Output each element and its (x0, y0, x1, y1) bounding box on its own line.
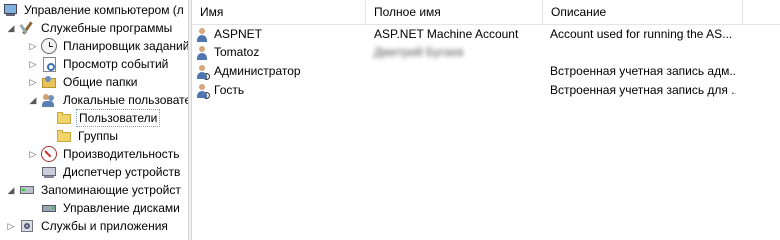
user-full-name: ASP.NET Machine Account (374, 27, 519, 41)
collapse-arrow-icon[interactable]: ◢ (6, 181, 16, 199)
user-disabled-icon: ↓ (196, 64, 210, 80)
expand-arrow-icon[interactable]: ▷ (6, 217, 16, 235)
computer-management-icon (2, 2, 18, 18)
tree-item-label: Группы (78, 129, 118, 143)
tree-item-groups[interactable]: Группы (56, 127, 120, 145)
tree-item-label: Просмотр событий (63, 57, 169, 71)
tree-item-disk-management[interactable]: Управление дисками (41, 199, 182, 217)
storage-icon (19, 182, 35, 198)
tree-item-computer-management[interactable]: Управление компьютером (л (2, 1, 186, 19)
expand-arrow-icon[interactable]: ▷ (28, 37, 38, 55)
tree-item-label: Пользователи (76, 109, 161, 127)
tree-item-local-users[interactable]: ◢ Локальные пользовате (28, 91, 188, 109)
tree-item-label: Запоминающие устройст (41, 183, 181, 197)
expand-arrow-icon[interactable]: ▷ (28, 55, 38, 73)
table-row[interactable]: Tomatoz Дмитрий Бугаев (192, 43, 780, 62)
user-description (550, 43, 736, 62)
table-row[interactable]: ↓ Гость Встроенная учетная запись для ..… (192, 81, 780, 100)
tree-item-performance[interactable]: ▷ Производительность (28, 145, 181, 163)
performance-icon (41, 146, 57, 162)
user-full-name (374, 81, 544, 100)
user-icon (196, 45, 210, 61)
column-header-label: Полное имя (374, 5, 441, 19)
user-full-name (374, 62, 544, 81)
user-name: Администратор (214, 64, 301, 78)
table-row[interactable]: ASPNET ASP.NET Machine Account Account u… (192, 25, 780, 44)
user-name: Tomatoz (214, 45, 260, 59)
tree-item-label: Планировщик заданий (63, 39, 188, 53)
event-log-icon (41, 56, 57, 72)
console-tree[interactable]: Управление компьютером (л ◢ Служебные пр… (0, 0, 188, 240)
users-group-icon (41, 92, 57, 108)
column-header-label: Описание (551, 5, 607, 19)
tree-item-services[interactable]: ▷ Службы и приложения (6, 217, 170, 235)
table-row[interactable]: ↓ Администратор Встроенная учетная запис… (192, 62, 780, 81)
column-header-description[interactable]: Описание (543, 0, 743, 24)
device-manager-icon (41, 164, 57, 180)
tree-item-label: Локальные пользовате (63, 93, 188, 107)
services-icon (19, 218, 35, 234)
tree-item-label: Службы и приложения (41, 219, 168, 233)
user-description: Встроенная учетная запись для ... (550, 83, 736, 97)
tree-item-label: Диспетчер устройств (63, 165, 181, 179)
folder-icon (56, 110, 72, 126)
tree-item-label: Управление дисками (63, 201, 180, 215)
user-full-name: Дмитрий Бугаев (374, 45, 464, 59)
tree-item-event-viewer[interactable]: ▷ Просмотр событий (28, 55, 170, 73)
tree-item-task-scheduler[interactable]: ▷ Планировщик заданий (28, 37, 188, 55)
user-disabled-icon: ↓ (196, 83, 210, 99)
tree-item-storage[interactable]: ◢ Запоминающие устройст (6, 181, 183, 199)
folder-icon (56, 128, 72, 144)
tree-item-system-tools[interactable]: ◢ Служебные программы (6, 19, 174, 37)
expand-arrow-icon[interactable]: ▷ (28, 145, 38, 163)
user-name: Гость (214, 83, 245, 97)
clock-icon (41, 38, 57, 54)
tools-icon (19, 20, 35, 36)
tree-item-label: Управление компьютером (л (24, 3, 184, 17)
tree-item-shared-folders[interactable]: ▷ Общие папки (28, 73, 139, 91)
disk-icon (41, 200, 57, 216)
user-description: Встроенная учетная запись адм... (550, 64, 736, 78)
tree-item-label: Производительность (63, 147, 180, 161)
user-icon (196, 27, 210, 43)
collapse-arrow-icon[interactable]: ◢ (6, 19, 16, 37)
users-list-view[interactable]: Имя Полное имя Описание ASPNET ASP.NET M… (192, 0, 780, 240)
tree-item-device-manager[interactable]: Диспетчер устройств (41, 163, 182, 181)
tree-item-users[interactable]: Пользователи (56, 109, 161, 127)
expand-arrow-icon[interactable]: ▷ (28, 73, 38, 91)
tree-item-label: Общие папки (63, 75, 138, 89)
list-header: Имя Полное имя Описание (192, 0, 780, 25)
column-header-full-name[interactable]: Полное имя (366, 0, 543, 24)
tree-item-label: Служебные программы (41, 21, 173, 35)
column-header-label: Имя (200, 5, 224, 19)
user-name: ASPNET (214, 27, 263, 41)
column-header-name[interactable]: Имя (192, 0, 366, 24)
shared-folder-icon (41, 74, 57, 90)
user-description: Account used for running the AS... (550, 27, 733, 41)
collapse-arrow-icon[interactable]: ◢ (28, 91, 38, 109)
